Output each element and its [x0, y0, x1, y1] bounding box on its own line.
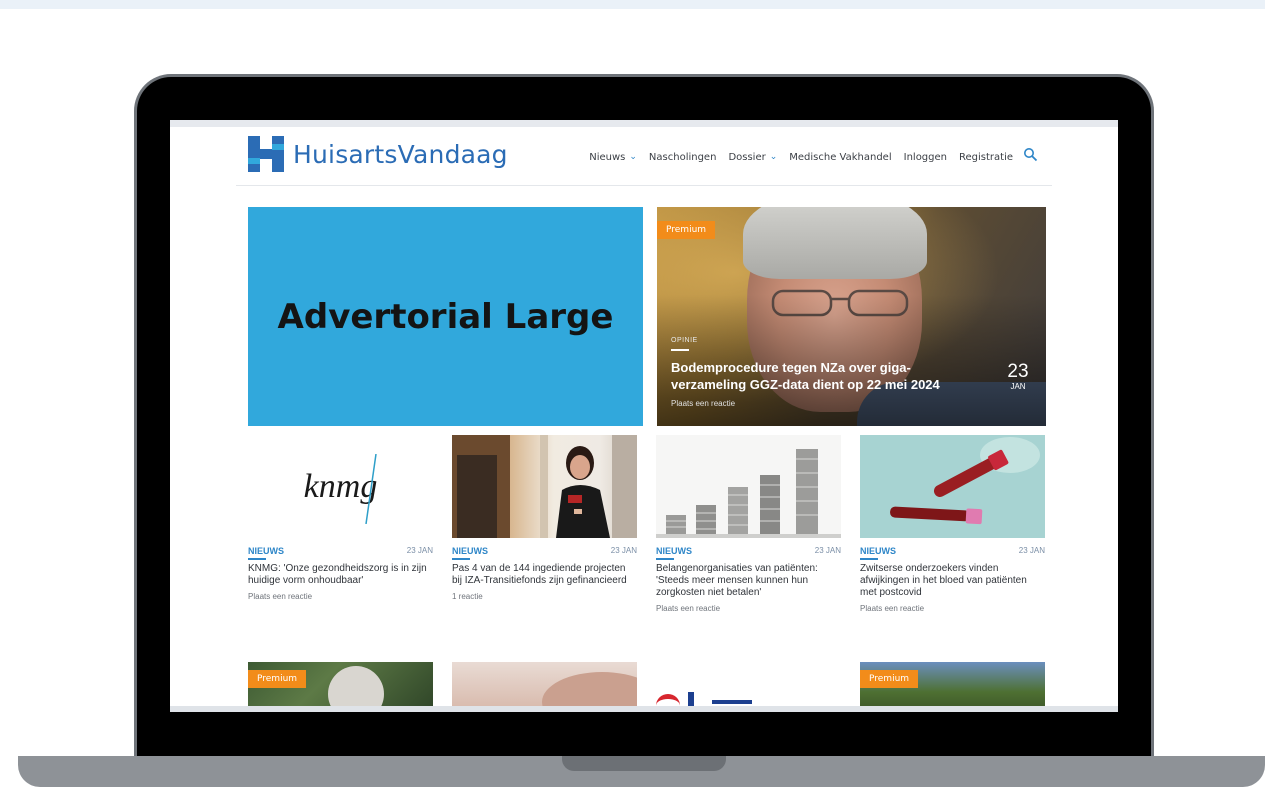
card-category[interactable]: NIEUWS — [248, 546, 284, 556]
header-divider — [236, 185, 1052, 186]
featured-category: OPINIE — [671, 337, 698, 344]
premium-badge: Premium — [657, 221, 716, 239]
nav-item-label: Registratie — [959, 151, 1013, 163]
card-category[interactable]: NIEUWS — [860, 546, 896, 556]
featured-day: 23 — [1007, 361, 1029, 382]
screen-bottom-bar — [170, 706, 1118, 712]
article-card-partial[interactable]: Premium — [248, 662, 433, 712]
card-rule — [248, 558, 266, 560]
card-rule — [452, 558, 470, 560]
laptop-screen: HuisartsVandaag Nieuws ⌄ Nascholingen Do… — [170, 120, 1118, 712]
card-date: 23 JAN — [1018, 546, 1045, 555]
premium-badge: Premium — [860, 670, 919, 688]
article-card[interactable]: NIEUWS 23 JAN Belangenorganisaties van p… — [656, 435, 841, 613]
card-image-woman-phone — [452, 435, 637, 538]
nav-item-nascholingen[interactable]: Nascholingen — [649, 152, 717, 163]
card-title[interactable]: Pas 4 van de 144 ingediende projecten bi… — [452, 563, 637, 587]
nav-item-label: Nieuws — [589, 151, 626, 163]
nav-item-inloggen[interactable]: Inloggen — [904, 152, 947, 163]
card-comments-link[interactable]: 1 reactie — [452, 592, 637, 601]
site-logo[interactable]: HuisartsVandaag — [248, 136, 508, 172]
nav-item-nieuws[interactable]: Nieuws ⌄ — [589, 152, 637, 163]
card-date: 23 JAN — [610, 546, 637, 555]
featured-date: 23 JAN — [1003, 361, 1033, 392]
card-comments-link[interactable]: Plaats een reactie — [860, 604, 1045, 613]
photo-coin-stacks — [656, 435, 841, 538]
card-category[interactable]: NIEUWS — [656, 546, 692, 556]
featured-title[interactable]: Bodemprocedure tegen NZa over giga-verza… — [671, 359, 976, 393]
main-nav: Nieuws ⌄ Nascholingen Dossier ⌄ Medische… — [577, 147, 1038, 167]
card-image-coins — [656, 435, 841, 538]
logo-mark-icon — [248, 136, 284, 172]
card-date: 23 JAN — [406, 546, 433, 555]
page-top-strip — [0, 0, 1265, 9]
advertorial-banner[interactable]: Advertorial Large — [248, 207, 643, 426]
site-name: HuisartsVandaag — [293, 139, 508, 169]
advertorial-label: Advertorial Large — [277, 296, 614, 337]
article-card-partial[interactable] — [656, 662, 841, 712]
article-card-partial[interactable]: Premium — [860, 662, 1045, 712]
knmg-slash-icon — [364, 453, 377, 524]
card-date: 23 JAN — [814, 546, 841, 555]
card-title[interactable]: Zwitserse onderzoekers vinden afwijkinge… — [860, 563, 1045, 599]
article-card[interactable]: NIEUWS 23 JAN Zwitserse onderzoekers vin… — [860, 435, 1045, 613]
nav-item-dossier[interactable]: Dossier ⌄ — [728, 152, 777, 163]
nav-item-label: Medische Vakhandel — [789, 151, 892, 163]
laptop-notch — [562, 756, 726, 771]
card-title[interactable]: Belangenorganisaties van patiënten: 'Ste… — [656, 563, 841, 599]
photo-blood-tubes — [860, 435, 1045, 538]
knmg-logo: knmg — [304, 453, 377, 524]
card-comments-link[interactable]: Plaats een reactie — [656, 604, 841, 613]
nav-item-label: Dossier — [728, 151, 766, 163]
search-icon — [1024, 148, 1038, 162]
card-rule — [860, 558, 878, 560]
article-card[interactable]: NIEUWS 23 JAN Pas 4 van de 144 ingediend… — [452, 435, 637, 601]
nav-item-label: Inloggen — [903, 151, 947, 163]
nav-item-registratie[interactable]: Registratie — [959, 152, 1013, 163]
card-comments-link[interactable]: Plaats een reactie — [248, 592, 433, 601]
premium-badge: Premium — [248, 670, 307, 688]
featured-month: JAN — [1010, 382, 1026, 391]
featured-rule — [671, 349, 689, 351]
featured-comments-link[interactable]: Plaats een reactie — [671, 399, 735, 408]
nav-item-label: Nascholingen — [648, 151, 717, 163]
card-category[interactable]: NIEUWS — [452, 546, 488, 556]
card-image-blood-tubes — [860, 435, 1045, 538]
card-title[interactable]: KNMG: 'Onze gezondheidszorg is in zijn h… — [248, 563, 433, 587]
chevron-down-icon: ⌄ — [629, 152, 637, 162]
featured-article[interactable]: Premium OPINIE Bodemprocedure tegen NZa … — [657, 207, 1046, 426]
nav-item-medische-vakhandel[interactable]: Medische Vakhandel — [789, 152, 891, 163]
chevron-down-icon: ⌄ — [769, 152, 778, 162]
article-card[interactable]: knmg NIEUWS 23 JAN KNMG: 'Onze gezondhei… — [248, 435, 433, 601]
card-image-knmg: knmg — [248, 435, 433, 538]
featured-shade — [657, 207, 1046, 426]
search-button[interactable] — [1023, 147, 1038, 167]
article-card-partial[interactable] — [452, 662, 637, 712]
card-rule — [656, 558, 674, 560]
screen-top-bar — [170, 120, 1118, 127]
photo-woman-phone — [452, 435, 637, 538]
